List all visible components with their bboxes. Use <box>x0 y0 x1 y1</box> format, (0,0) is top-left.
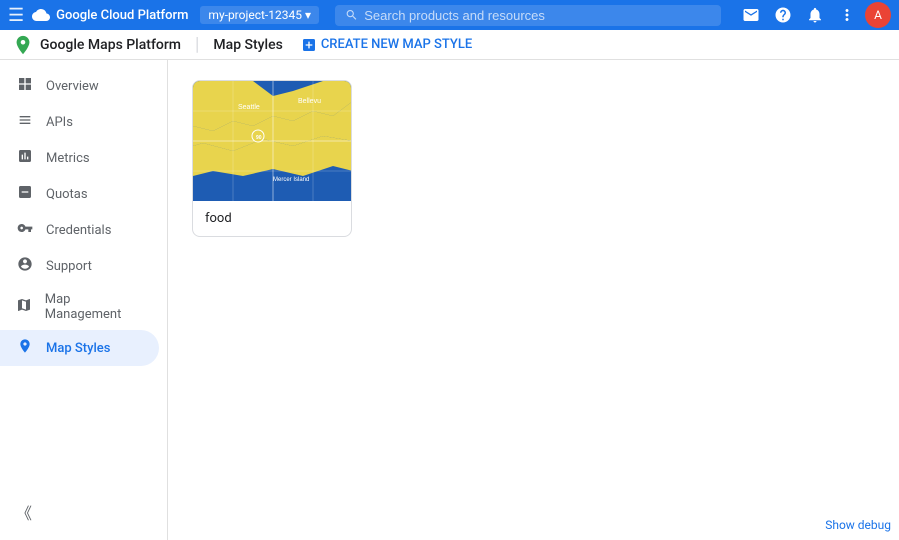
map-style-label: food <box>193 201 351 236</box>
quotas-icon <box>16 184 34 204</box>
map-styles-icon <box>16 338 34 358</box>
top-navigation-bar: ☰ Google Cloud Platform my-project-12345… <box>0 0 899 30</box>
overview-icon <box>16 76 34 96</box>
map-management-icon <box>16 297 33 317</box>
help-button[interactable] <box>769 1 797 29</box>
notification-button[interactable] <box>801 1 829 29</box>
sidebar-item-support[interactable]: Support <box>0 248 159 284</box>
credentials-icon <box>16 220 34 240</box>
search-icon <box>345 8 358 22</box>
show-debug-link[interactable]: Show debug <box>825 518 891 532</box>
page-title: Map Styles <box>213 37 282 53</box>
sidebar-item-credentials[interactable]: Credentials <box>0 212 159 248</box>
email-button[interactable] <box>737 1 765 29</box>
maps-logo-icon <box>12 34 34 56</box>
platform-title: Google Cloud Platform <box>56 8 188 23</box>
map-preview-svg: Seattle Bellevu Mercer Island 90 <box>193 81 352 201</box>
sub-header: Google Maps Platform | Map Styles CREATE… <box>0 30 899 60</box>
map-style-card-food[interactable]: Seattle Bellevu Mercer Island 90 food <box>192 80 352 237</box>
sidebar-item-quotas[interactable]: Quotas <box>0 176 159 212</box>
sidebar: Overview APIs Metrics Quotas Credentials <box>0 60 168 540</box>
sidebar-item-overview[interactable]: Overview <box>0 68 159 104</box>
sidebar-item-map-styles[interactable]: Map Styles <box>0 330 159 366</box>
map-preview: Seattle Bellevu Mercer Island 90 <box>193 81 352 201</box>
maps-platform-logo: Google Maps Platform <box>12 34 181 56</box>
support-icon <box>16 256 34 276</box>
sidebar-item-metrics[interactable]: Metrics <box>0 140 159 176</box>
svg-text:90: 90 <box>256 135 262 141</box>
avatar[interactable]: A <box>865 2 891 28</box>
svg-text:Seattle: Seattle <box>238 104 260 111</box>
cloud-icon <box>32 6 50 24</box>
project-selector[interactable]: my-project-12345 ▾ <box>200 6 319 24</box>
header-divider: | <box>195 34 199 55</box>
main-content: Seattle Bellevu Mercer Island 90 food <box>168 60 899 540</box>
svg-text:Bellevu: Bellevu <box>298 98 321 105</box>
add-icon <box>301 37 317 53</box>
svg-text:Mercer Island: Mercer Island <box>273 177 309 183</box>
search-input[interactable] <box>364 8 711 23</box>
sidebar-item-map-management[interactable]: Map Management <box>0 284 159 330</box>
maps-platform-label: Google Maps Platform <box>40 37 181 53</box>
menu-icon[interactable]: ☰ <box>8 5 24 26</box>
create-new-map-style-button[interactable]: CREATE NEW MAP STYLE <box>293 33 480 57</box>
apis-icon <box>16 112 34 132</box>
top-bar-actions: A <box>737 1 891 29</box>
collapse-sidebar-button[interactable]: 《 <box>0 492 167 532</box>
sidebar-item-apis[interactable]: APIs <box>0 104 159 140</box>
app-logo: Google Cloud Platform <box>32 6 188 24</box>
search-bar <box>335 5 721 26</box>
main-layout: Overview APIs Metrics Quotas Credentials <box>0 60 899 540</box>
more-options-button[interactable] <box>833 1 861 29</box>
metrics-icon <box>16 148 34 168</box>
